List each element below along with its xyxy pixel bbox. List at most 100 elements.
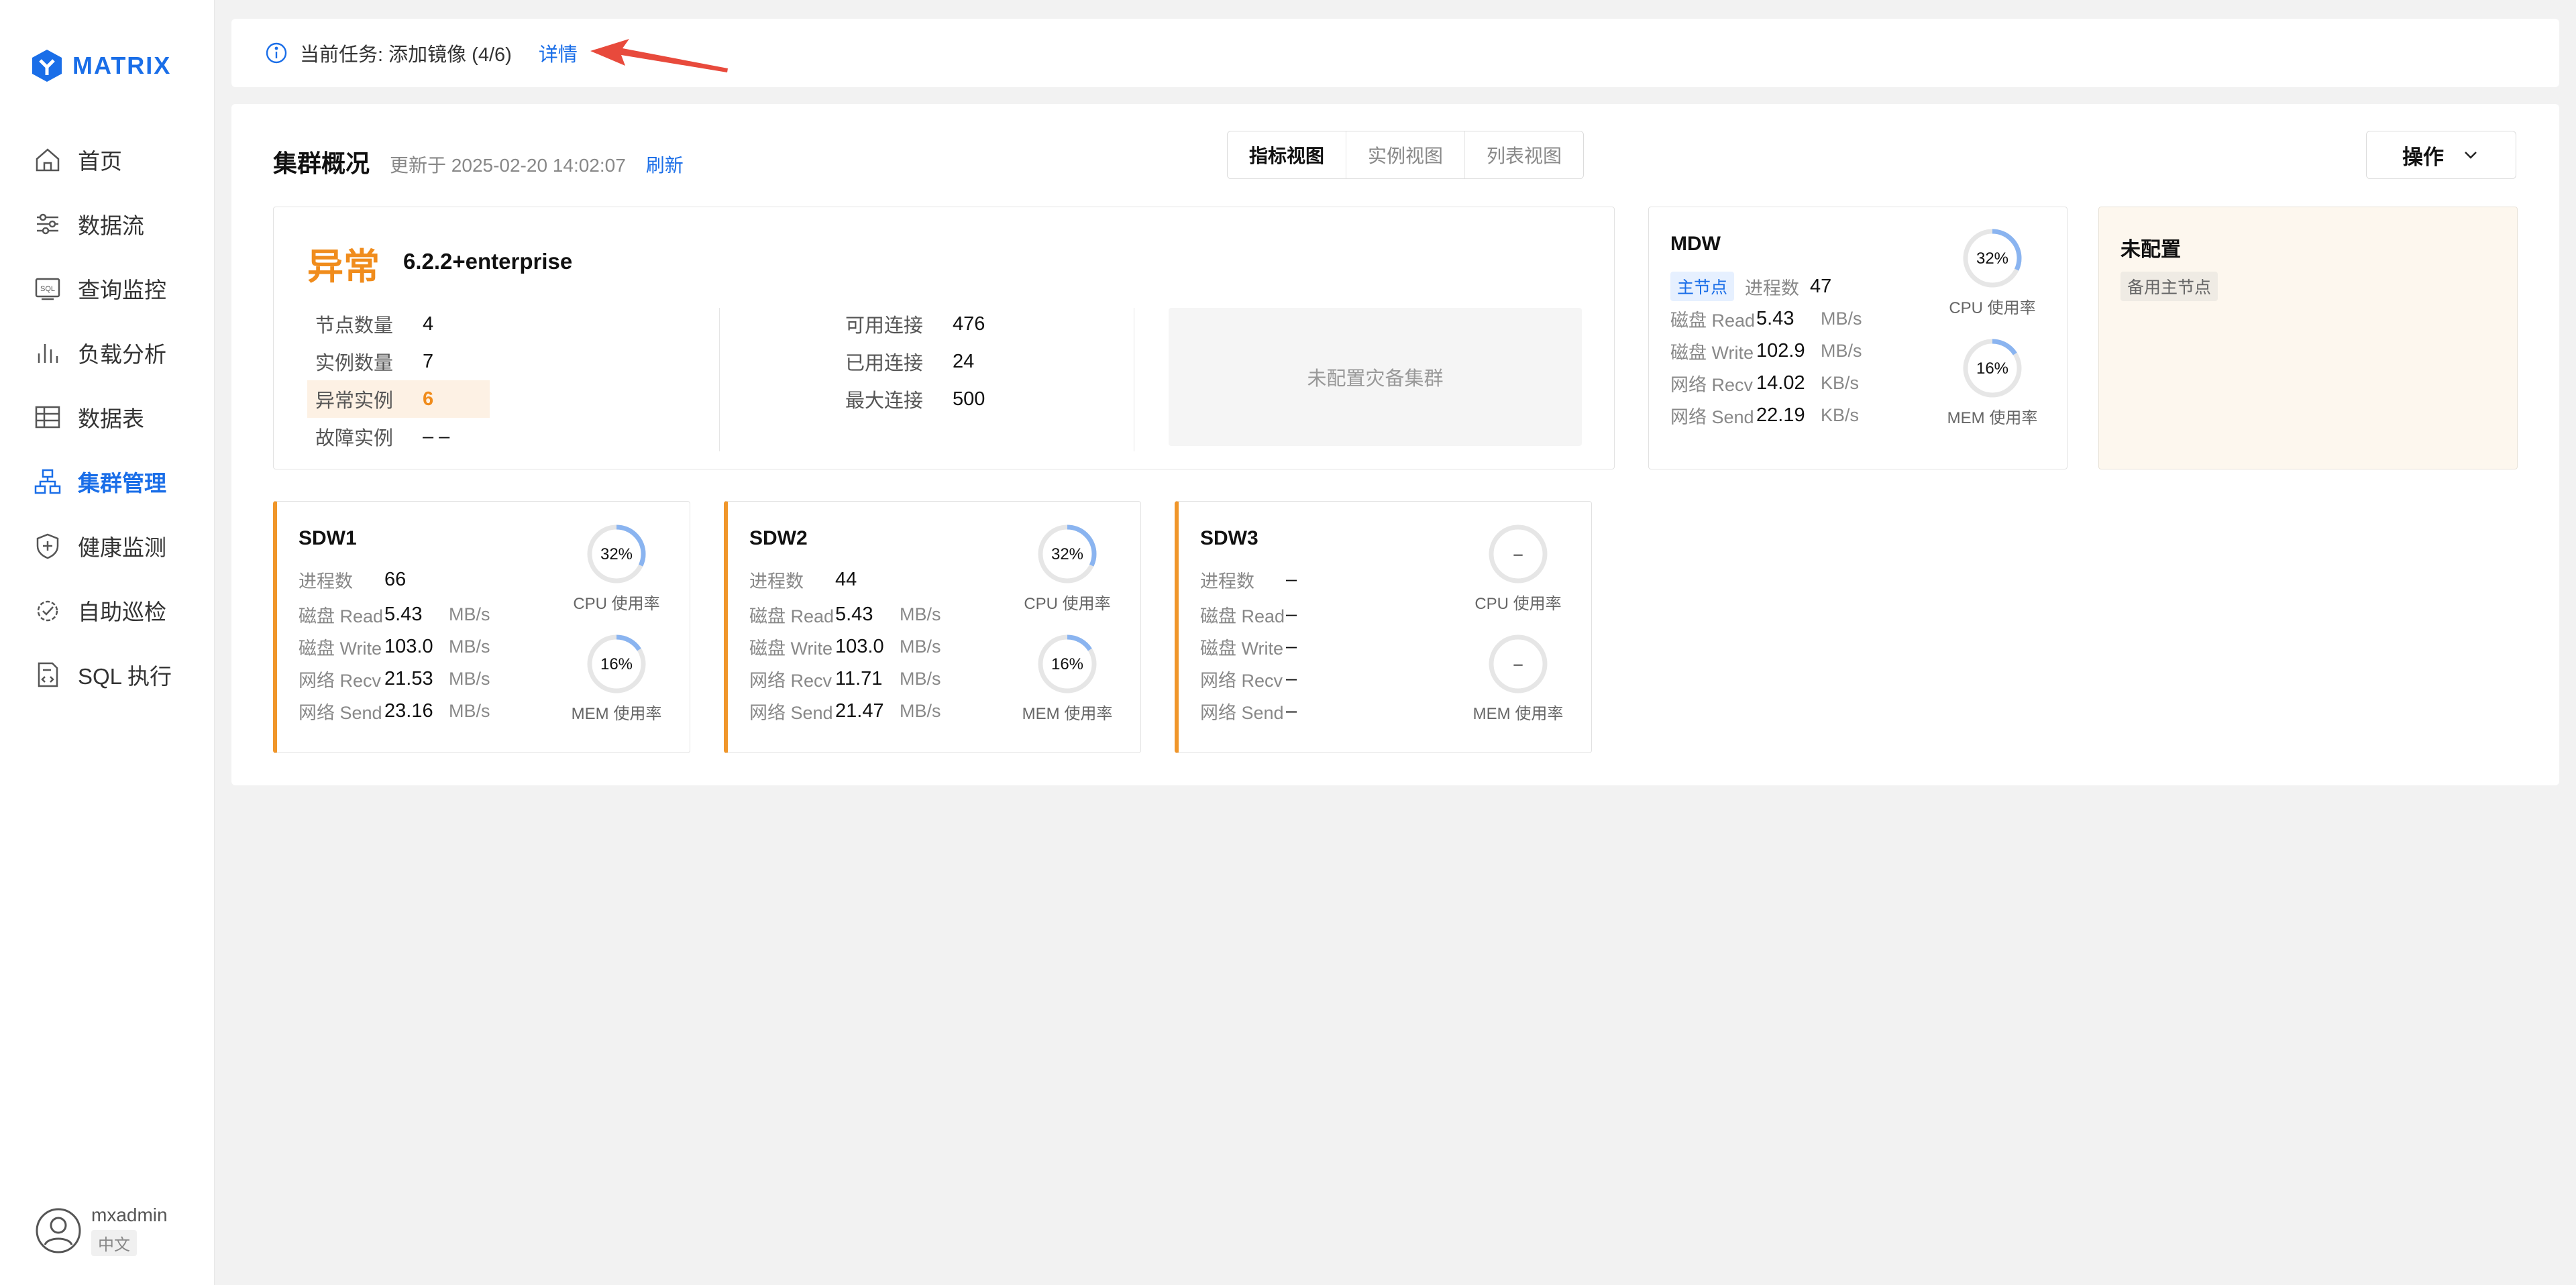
table-icon	[35, 406, 60, 429]
gauge-value: 32%	[1976, 249, 2008, 268]
process-count-row: 主节点 进程数 47	[1670, 268, 1831, 305]
operations-dropdown[interactable]: 操作	[2366, 131, 2516, 179]
refresh-link[interactable]: 刷新	[646, 151, 684, 178]
metric-unit: KB/s	[1821, 404, 1860, 425]
standby-master-card[interactable]: 未配置 备用主节点	[2098, 207, 2518, 469]
standby-status: 未配置	[2121, 239, 2181, 261]
metric-row: 磁盘 Read 5.43 MB/s	[749, 598, 941, 630]
connection-stats: 可用连接 476 已用连接 24 最大连接 500	[845, 305, 985, 418]
cpu-gauge-ring: –	[1489, 524, 1548, 583]
gauge-label: CPU 使用率	[1024, 595, 1111, 613]
red-arrow-annotation	[590, 39, 728, 72]
metric-row: 网络 Recv 11.71 MB/s	[749, 663, 941, 695]
sliders-icon	[37, 213, 58, 235]
metric-label: 磁盘 Read	[1200, 606, 1285, 626]
stat-value: 4	[423, 313, 434, 335]
operations-label: 操作	[2402, 145, 2444, 169]
metric-value: 103.0	[384, 635, 433, 657]
cpu-gauge: 32% CPU 使用率	[1014, 522, 1121, 614]
tab-instance-view[interactable]: 实例视图	[1346, 131, 1466, 178]
stat-abnormal-instances[interactable]: 异常实例 6	[307, 380, 490, 418]
node-card-mdw[interactable]: MDW 主节点 进程数 47 磁盘 Read 5.43 MB/s 磁盘 Write 1…	[1648, 207, 2068, 469]
mem-gauge: 16% MEM 使用率	[1014, 632, 1121, 724]
metric-label: 磁盘 Write	[1200, 638, 1284, 659]
inspect-icon	[37, 600, 58, 622]
metric-label: 进程数	[299, 571, 353, 592]
sidebar-item-health[interactable]: 健康监测	[0, 514, 215, 578]
cpu-gauge-ring: 32%	[1038, 524, 1097, 583]
metric-label: 网络 Recv	[1670, 374, 1754, 395]
home-icon	[36, 148, 60, 172]
stat-label: 可用连接	[845, 315, 924, 337]
metric-row: 磁盘 Read 5.43 MB/s	[1670, 302, 1862, 335]
user-profile[interactable]: mxadmin 中文	[35, 1205, 168, 1256]
metric-value: 22.19	[1756, 404, 1805, 426]
language-switch[interactable]: 中文	[91, 1230, 137, 1256]
sidebar-item-dataflow[interactable]: 数据流	[0, 192, 215, 256]
sidebar-item-home[interactable]: 首页	[0, 127, 215, 192]
metric-value: 44	[835, 568, 857, 590]
process-count-row: 进程数 44	[749, 561, 857, 598]
sidebar-item-query-monitor[interactable]: SQL 查询监控	[0, 256, 215, 321]
standby-tag: 备用主节点	[2121, 272, 2218, 301]
cpu-gauge-ring: 32%	[1963, 229, 2022, 288]
metric-label: 网络 Send	[749, 702, 833, 723]
chevron-down-icon	[2465, 152, 2477, 159]
sidebar-item-tables[interactable]: 数据表	[0, 385, 215, 449]
metric-label: 网络 Recv	[299, 670, 382, 691]
node-name: MDW	[1670, 233, 1721, 255]
tab-metrics-view[interactable]: 指标视图	[1228, 131, 1347, 178]
mem-gauge-ring: 16%	[1038, 634, 1097, 693]
metric-row: 网络 Send –	[1200, 695, 1350, 727]
cpu-gauge: 32% CPU 使用率	[563, 522, 670, 614]
sql-icon: SQL	[35, 278, 60, 300]
metric-value: 23.16	[384, 700, 433, 722]
gauge-label: MEM 使用率	[1022, 705, 1113, 723]
stat-instance-count: 实例数量 7	[315, 343, 490, 380]
metric-value: 103.0	[835, 635, 884, 657]
metric-value: 66	[384, 568, 407, 590]
shield-icon	[36, 533, 59, 559]
node-name: SDW1	[299, 527, 357, 549]
stat-value: – –	[423, 425, 450, 447]
metric-row: 磁盘 Read 5.43 MB/s	[299, 598, 490, 630]
metric-label: 进程数	[749, 571, 804, 592]
logo[interactable]: MATRIX	[31, 48, 171, 83]
bar-chart-icon	[38, 344, 58, 363]
gauge-value: 32%	[1051, 545, 1083, 563]
metric-unit: KB/s	[1821, 372, 1860, 393]
metric-label: 网络 Recv	[749, 670, 833, 691]
task-details-link[interactable]: 详情	[539, 39, 578, 67]
node-name: SDW3	[1200, 527, 1258, 549]
metric-unit: MB/s	[900, 668, 941, 689]
node-card-sdw3[interactable]: SDW3 进程数 – 磁盘 Read – 磁盘 Write – 网络 Recv – 网…	[1175, 501, 1592, 753]
sidebar-item-load-analysis[interactable]: 负载分析	[0, 321, 215, 385]
sidebar-item-cluster[interactable]: 集群管理	[0, 449, 215, 514]
metric-label: 磁盘 Write	[299, 638, 382, 659]
cluster-summary-card: 异常 6.2.2+enterprise 节点数量 4 实例数量 7 异常实例 6…	[273, 207, 1615, 469]
logo-text: MATRIX	[72, 52, 172, 79]
metric-value: 21.47	[835, 700, 884, 722]
metric-label: 进程数	[1745, 278, 1800, 298]
sidebar-item-inspection[interactable]: 自助巡检	[0, 578, 215, 642]
metric-value: 5.43	[384, 603, 423, 625]
stat-label: 异常实例	[315, 390, 394, 412]
node-metrics: 磁盘 Read 5.43 MB/s 磁盘 Write 103.0 MB/s 网络 Rec…	[749, 598, 941, 727]
node-card-sdw2[interactable]: SDW2 进程数 44 磁盘 Read 5.43 MB/s 磁盘 Write 103.…	[724, 501, 1141, 753]
sidebar-nav: 首页 数据流 SQL 查询监控 负载分析 数据表 集群管理 健康监测 自助巡检	[0, 127, 215, 707]
cpu-gauge-ring: 32%	[587, 524, 646, 583]
tab-list-view[interactable]: 列表视图	[1465, 131, 1583, 178]
node-card-sdw1[interactable]: SDW1 进程数 66 磁盘 Read 5.43 MB/s 磁盘 Write 103.…	[273, 501, 690, 753]
metric-value: 5.43	[835, 603, 873, 625]
sidebar-item-label: 集群管理	[78, 471, 166, 496]
disaster-recovery-placeholder: 未配置灾备集群	[1169, 308, 1582, 446]
cluster-overview-panel: 集群概况 更新于 2025-02-20 14:02:07 刷新 指标视图 实例视…	[231, 104, 2559, 785]
avatar-icon	[36, 1208, 81, 1253]
metric-row: 磁盘 Write 102.9 MB/s	[1670, 335, 1862, 367]
stat-value: 500	[953, 388, 985, 410]
metric-label: 磁盘 Read	[299, 606, 384, 626]
stat-value: 24	[953, 350, 975, 372]
sidebar-item-sql-exec[interactable]: SQL 执行	[0, 642, 215, 707]
user-name: mxadmin	[91, 1205, 168, 1225]
metric-unit: MB/s	[449, 700, 490, 721]
